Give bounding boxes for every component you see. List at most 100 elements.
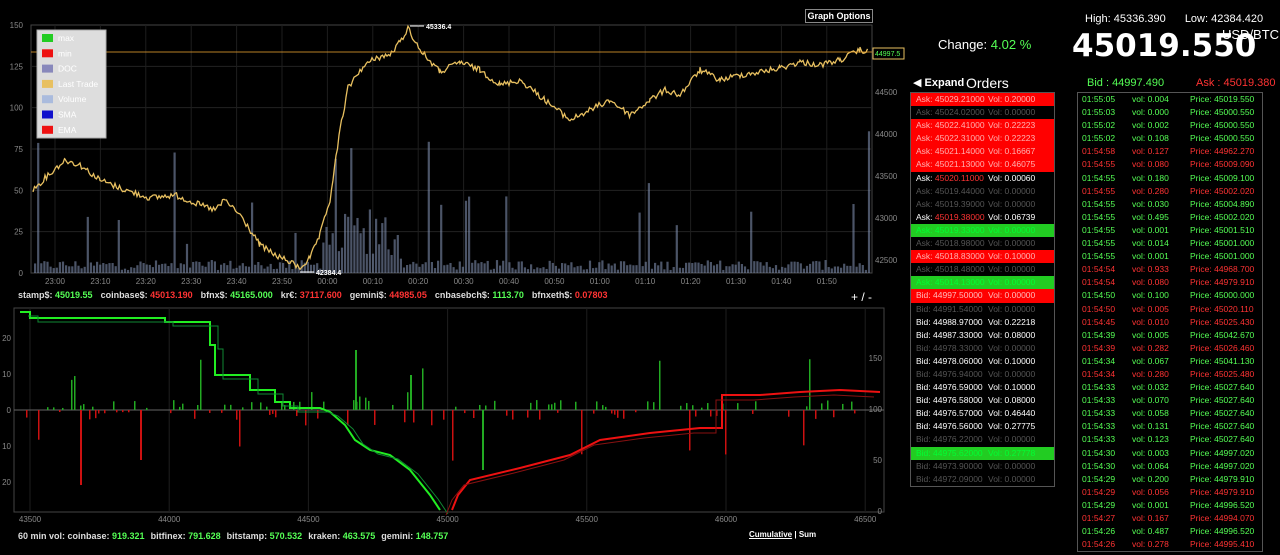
trade-row[interactable]: 01:54:33 vol: 0.131 Price: 45027.640 — [1078, 420, 1262, 433]
volume-bar — [542, 267, 545, 273]
volume-bar — [164, 263, 167, 273]
sum-toggle[interactable]: Sum — [799, 530, 816, 539]
order-price-value: 45019.38000 — [934, 211, 985, 222]
order-row[interactable]: Bid: 44975.62000 Vol: 0.27778 — [911, 446, 1054, 460]
order-row[interactable]: Ask: 45019.39000 Vol: 0.00000 — [911, 198, 1054, 211]
order-row[interactable]: Bid: 44976.56000 Vol: 0.27775 — [911, 420, 1054, 433]
trade-row[interactable]: 01:54:33 vol: 0.123 Price: 45027.640 — [1078, 433, 1262, 446]
order-row[interactable]: Ask: 45018.83000 Vol: 0.10000 — [911, 250, 1054, 264]
order-row[interactable]: Ask: 45014.13000 Vol: 0.00000 — [911, 276, 1054, 290]
trade-time: 01:54:30 — [1082, 460, 1116, 471]
trade-row[interactable]: 01:54:58 vol: 0.127 Price: 44962.270 — [1078, 145, 1262, 158]
trade-row[interactable]: 01:54:26 vol: 0.278 Price: 44995.410 — [1078, 538, 1262, 551]
trade-row[interactable]: 01:54:54 vol: 0.080 Price: 44979.910 — [1078, 276, 1262, 289]
best-ask: Ask : 45019.380 — [1196, 77, 1276, 89]
trade-row[interactable]: 01:54:26 vol: 0.487 Price: 44996.520 — [1078, 525, 1262, 538]
trade-row[interactable]: 01:54:55 vol: 0.014 Price: 45001.000 — [1078, 237, 1262, 250]
trade-row[interactable]: 01:54:50 vol: 0.100 Price: 45000.000 — [1078, 289, 1262, 302]
order-row[interactable]: Ask: 45018.48000 Vol: 0.00000 — [911, 263, 1054, 276]
trade-row[interactable]: 01:54:39 vol: 0.005 Price: 45042.670 — [1078, 329, 1262, 342]
volume-bar — [592, 268, 595, 273]
orders-title: Orders — [966, 75, 1009, 91]
trade-row[interactable]: 01:54:27 vol: 0.167 Price: 44994.070 — [1078, 512, 1262, 525]
order-row[interactable]: Bid: 44987.33000 Vol: 0.08000 — [911, 329, 1054, 342]
trade-time: 01:55:02 — [1082, 120, 1116, 131]
volume-bar — [864, 269, 867, 273]
order-row[interactable]: Ask: 45019.44000 Vol: 0.00000 — [911, 185, 1054, 198]
depth-bar — [482, 410, 484, 470]
high-value: 45336.390 — [1113, 13, 1166, 25]
volume-bar — [536, 267, 539, 273]
trade-row[interactable]: 01:54:29 vol: 0.001 Price: 44996.520 — [1078, 499, 1262, 512]
order-row[interactable]: Bid: 44978.06000 Vol: 0.10000 — [911, 355, 1054, 368]
cumulative-toggle[interactable]: Cumulative — [749, 530, 792, 539]
order-row[interactable]: Ask: 45029.21000 Vol: 0.20000 — [911, 93, 1054, 107]
graph-options-button[interactable]: Graph Options — [805, 9, 873, 23]
trade-row[interactable]: 01:54:50 vol: 0.005 Price: 45020.110 — [1078, 303, 1262, 316]
order-row[interactable]: Bid: 44991.54000 Vol: 0.00000 — [911, 303, 1054, 316]
order-row[interactable]: Bid: 44976.57000 Vol: 0.46440 — [911, 407, 1054, 420]
volume-bar — [750, 211, 753, 273]
order-row[interactable]: Ask: 45021.13000 Vol: 0.46075 — [911, 158, 1054, 172]
trade-time: 01:54:33 — [1082, 382, 1116, 393]
volume-bar — [285, 267, 288, 273]
trades-list[interactable]: 01:55:05 vol: 0.004 Price: 45019.550 01:55:… — [1077, 92, 1263, 553]
order-row[interactable]: Ask: 45024.02000 Vol: 0.00000 — [911, 106, 1054, 119]
price-chart[interactable]: 150 125 100 75 50 25 0 44500 44000 43500 43000 4250… — [0, 0, 905, 290]
trade-row[interactable]: 01:54:33 vol: 0.070 Price: 45027.640 — [1078, 394, 1262, 407]
trade-row[interactable]: 01:55:03 vol: 0.000 Price: 45000.550 — [1078, 106, 1262, 119]
trade-row[interactable]: 01:54:55 vol: 0.030 Price: 45004.890 — [1078, 198, 1262, 211]
volume-bar — [471, 262, 474, 273]
depth-chart[interactable]: 20100102015010050043500 44000 44500 45000 45… — [0, 300, 905, 530]
depth-bar — [512, 410, 514, 420]
trade-row[interactable]: 01:55:02 vol: 0.108 Price: 45000.550 — [1078, 132, 1262, 145]
order-row[interactable]: Bid: 44997.50000 Vol: 0.00000 — [911, 289, 1054, 303]
trade-row[interactable]: 01:54:30 vol: 0.003 Price: 44997.020 — [1078, 447, 1262, 460]
order-row[interactable]: Bid: 44988.97000 Vol: 0.22218 — [911, 316, 1054, 329]
order-book[interactable]: Ask: 45029.21000 Vol: 0.20000 Ask: 45024.0… — [910, 92, 1055, 487]
cumulative-sum-toggle[interactable]: Cumulative | Sum — [749, 530, 816, 539]
order-row[interactable]: Bid: 44978.33000 Vol: 0.00000 — [911, 342, 1054, 355]
trade-row[interactable]: 01:54:29 vol: 0.056 Price: 44979.910 — [1078, 486, 1262, 499]
order-row[interactable]: Ask: 45021.14000 Vol: 0.16667 — [911, 145, 1054, 159]
order-row[interactable]: Ask: 45020.11000 Vol: 0.00060 — [911, 172, 1054, 185]
trade-row[interactable]: 01:54:30 vol: 0.064 Price: 44997.020 — [1078, 460, 1262, 473]
order-row[interactable]: Bid: 44972.09000 Vol: 0.00000 — [911, 473, 1054, 486]
order-row[interactable]: Bid: 44976.59000 Vol: 0.10000 — [911, 381, 1054, 394]
trade-row[interactable]: 01:55:02 vol: 0.002 Price: 45000.550 — [1078, 119, 1262, 132]
order-row[interactable]: Bid: 44973.90000 Vol: 0.00000 — [911, 460, 1054, 473]
trade-row[interactable]: 01:54:55 vol: 0.001 Price: 45001.000 — [1078, 250, 1262, 263]
trade-row[interactable]: 01:54:34 vol: 0.280 Price: 45025.480 — [1078, 368, 1262, 381]
order-row[interactable]: Bid: 44976.58000 Vol: 0.08000 — [911, 394, 1054, 407]
volume-bar — [551, 262, 554, 273]
volume-bar — [610, 265, 613, 273]
trade-row[interactable]: 01:54:55 vol: 0.080 Price: 45009.090 — [1078, 158, 1262, 171]
trade-row[interactable]: 01:54:55 vol: 0.280 Price: 45002.020 — [1078, 185, 1262, 198]
trade-price: Price: 45009.100 — [1190, 172, 1255, 183]
trade-price: Price: 44962.270 — [1190, 146, 1255, 157]
trade-row[interactable]: 01:54:45 vol: 0.010 Price: 45025.430 — [1078, 316, 1262, 329]
trade-row[interactable]: 01:54:55 vol: 0.001 Price: 45001.510 — [1078, 224, 1262, 237]
x-axis-tick-label: 45500 — [576, 515, 599, 524]
trade-price: Price: 45020.110 — [1190, 303, 1254, 314]
trade-row[interactable]: 01:54:33 vol: 0.058 Price: 45027.640 — [1078, 407, 1262, 420]
trade-row[interactable]: 01:54:34 vol: 0.067 Price: 45041.130 — [1078, 355, 1262, 368]
trade-row[interactable]: 01:54:55 vol: 0.495 Price: 45002.020 — [1078, 211, 1262, 224]
trade-price: Price: 45042.670 — [1190, 329, 1255, 340]
trade-row[interactable]: 01:54:29 vol: 0.200 Price: 44979.910 — [1078, 473, 1262, 486]
trade-row[interactable]: 01:54:54 vol: 0.933 Price: 44968.700 — [1078, 263, 1262, 276]
order-row[interactable]: Bid: 44976.22000 Vol: 0.00000 — [911, 433, 1054, 446]
order-row[interactable]: Ask: 45019.38000 Vol: 0.06739 — [911, 211, 1054, 224]
expand-button[interactable]: ◀ Expand — [913, 76, 964, 89]
order-row[interactable]: Ask: 45022.31000 Vol: 0.22223 — [911, 132, 1054, 146]
order-row[interactable]: Ask: 45019.33000 Vol: 0.00000 — [911, 223, 1054, 238]
order-row[interactable]: Ask: 45018.98000 Vol: 0.00000 — [911, 237, 1054, 250]
trade-row[interactable]: 01:54:55 vol: 0.180 Price: 45009.100 — [1078, 172, 1262, 185]
depth-bar — [209, 410, 211, 413]
order-row[interactable]: Bid: 44976.94000 Vol: 0.00000 — [911, 368, 1054, 381]
trade-row[interactable]: 01:54:39 vol: 0.282 Price: 45026.460 — [1078, 342, 1262, 355]
trade-row[interactable]: 01:54:33 vol: 0.032 Price: 45027.640 — [1078, 381, 1262, 394]
order-row[interactable]: Ask: 45022.41000 Vol: 0.22223 — [911, 119, 1054, 133]
volume-bar — [207, 261, 210, 273]
trade-row[interactable]: 01:55:05 vol: 0.004 Price: 45019.550 — [1078, 93, 1262, 106]
